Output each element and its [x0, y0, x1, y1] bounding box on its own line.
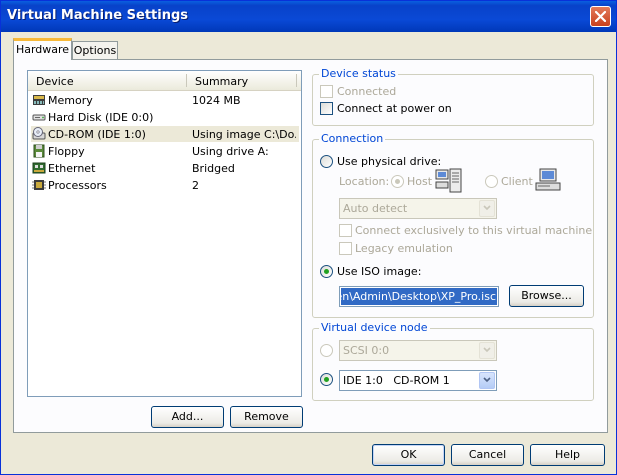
virtual-device-node-group-label: Virtual device node [319, 321, 430, 334]
tab-hardware-label: Hardware [15, 43, 70, 56]
device-row-ethernet[interactable]: Ethernet Bridged [31, 160, 299, 176]
iso-image-path-field[interactable]: gen\Admin\Desktop\XP_Pro.isc [339, 286, 499, 307]
chevron-down-icon [483, 377, 491, 383]
hard-disk-icon [32, 114, 46, 121]
device-summary: Using drive A: [192, 145, 269, 158]
connect-at-power-on-label: Connect at power on [337, 102, 452, 115]
device-list[interactable]: Device Summary Memory 1024 MB Hard Disk … [27, 70, 302, 397]
scsi-node-dropdown-button[interactable] [479, 342, 495, 359]
column-separator[interactable] [186, 74, 187, 87]
floppy-icon [33, 144, 45, 158]
scsi-node-select-value: SCSI 0:0 [343, 344, 390, 357]
remove-device-button[interactable]: Remove [230, 406, 303, 428]
legacy-emulation-checkbox[interactable] [339, 242, 352, 255]
connection-group-label: Connection [319, 132, 386, 145]
cd-rom-icon [32, 127, 46, 140]
client-computer-icon [535, 168, 561, 191]
close-button[interactable] [590, 6, 611, 27]
add-device-button[interactable]: Add... [151, 406, 224, 428]
device-summary: Using image C:\Do... [192, 128, 296, 141]
iso-image-path-text: gen\Admin\Desktop\XP_Pro.isc [341, 288, 497, 305]
connect-at-power-on-checkbox[interactable] [320, 102, 333, 115]
window-title: Virtual Machine Settings [7, 8, 189, 23]
device-name: Ethernet [48, 162, 96, 175]
column-header-summary[interactable]: Summary [195, 75, 248, 88]
ok-button-label: OK [400, 448, 417, 461]
hardware-tab-panel: Device Summary Memory 1024 MB Hard Disk … [13, 59, 608, 433]
help-button[interactable]: Help [530, 444, 605, 466]
connected-checkbox-label: Connected [337, 85, 397, 98]
tab-options-label: Options [73, 44, 117, 57]
title-bar[interactable]: Virtual Machine Settings [1, 1, 616, 32]
column-separator[interactable] [296, 74, 297, 87]
ide-radio[interactable] [320, 373, 333, 386]
device-list-header: Device Summary [28, 71, 301, 91]
legacy-emulation-label: Legacy emulation [355, 242, 453, 255]
device-row-processors[interactable]: Processors 2 [31, 177, 299, 193]
host-radio[interactable] [391, 175, 404, 188]
physical-drive-dropdown-button[interactable] [479, 200, 495, 217]
physical-drive-select[interactable]: Auto detect [339, 198, 497, 219]
connect-exclusively-checkbox[interactable] [339, 224, 352, 237]
device-name: Processors [48, 179, 107, 192]
use-physical-drive-label: Use physical drive: [337, 155, 442, 168]
use-iso-image-label: Use ISO image: [337, 265, 422, 278]
ide-node-select-value: IDE 1:0 CD-ROM 1 [343, 374, 450, 387]
device-status-group: Device status Connected Connect at power… [312, 67, 594, 126]
tab-options[interactable]: Options [72, 41, 118, 59]
scsi-node-select[interactable]: SCSI 0:0 [339, 340, 497, 361]
scsi-radio[interactable] [320, 344, 333, 357]
ide-node-dropdown-button[interactable] [479, 372, 495, 389]
memory-icon [33, 95, 45, 105]
processor-icon [32, 180, 46, 190]
host-computer-icon [435, 168, 462, 193]
use-physical-drive-radio[interactable] [320, 155, 333, 168]
connection-group: Connection Use physical drive: Location:… [312, 132, 594, 318]
host-radio-label: Host [407, 175, 433, 188]
ide-node-select[interactable]: IDE 1:0 CD-ROM 1 [339, 370, 497, 391]
device-name: Floppy [48, 145, 85, 158]
cancel-button[interactable]: Cancel [451, 444, 524, 466]
remove-device-button-label: Remove [244, 410, 289, 423]
device-name: CD-ROM (IDE 1:0) [48, 128, 146, 141]
device-status-group-label: Device status [319, 67, 398, 80]
help-button-label: Help [554, 448, 581, 461]
chevron-down-icon [483, 205, 491, 211]
device-name: Memory [48, 94, 93, 107]
device-row-floppy[interactable]: Floppy Using drive A: [31, 143, 299, 159]
client-radio[interactable] [485, 175, 498, 188]
physical-drive-select-value: Auto detect [343, 202, 408, 215]
virtual-device-node-group: Virtual device node SCSI 0:0 IDE 1:0 CD-… [312, 321, 594, 401]
use-iso-image-radio[interactable] [320, 265, 333, 278]
ethernet-icon [32, 162, 46, 174]
location-label: Location: [339, 175, 390, 188]
device-summary: Bridged [192, 162, 235, 175]
device-row-memory[interactable]: Memory 1024 MB [31, 92, 299, 108]
virtual-machine-settings-dialog: Virtual Machine Settings Hardware Option… [0, 0, 617, 475]
add-device-button-label: Add... [171, 410, 204, 423]
device-row-hard-disk[interactable]: Hard Disk (IDE 0:0) [31, 109, 299, 125]
close-icon [595, 11, 606, 22]
device-row-cd-rom[interactable]: CD-ROM (IDE 1:0) Using image C:\Do... [31, 126, 299, 142]
device-name: Hard Disk (IDE 0:0) [48, 111, 154, 124]
tab-hardware[interactable]: Hardware [13, 38, 72, 60]
browse-button[interactable]: Browse... [509, 285, 584, 307]
column-header-device[interactable]: Device [36, 75, 74, 88]
browse-button-label: Browse... [521, 289, 572, 302]
client-radio-label: Client [501, 175, 533, 188]
cancel-button-label: Cancel [468, 448, 507, 461]
connected-checkbox[interactable] [320, 85, 333, 98]
ok-button[interactable]: OK [372, 444, 445, 466]
connect-exclusively-label: Connect exclusively to this virtual mach… [355, 224, 593, 237]
chevron-down-icon [483, 347, 491, 353]
device-summary: 1024 MB [192, 94, 241, 107]
device-summary: 2 [192, 179, 199, 192]
